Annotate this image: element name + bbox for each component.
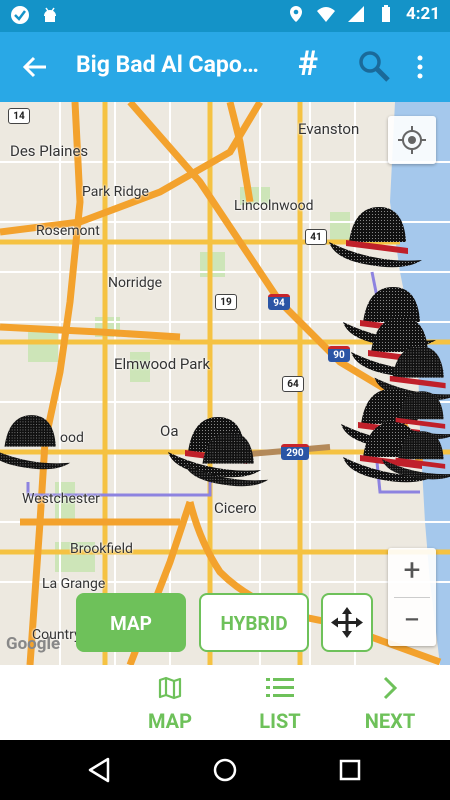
nav-list-button[interactable]: LIST [225,673,335,733]
battery-icon [381,5,390,22]
route-shield-290: 290 [281,444,309,460]
nav-next-label: NEXT [364,709,416,733]
map-type-hybrid-button[interactable]: HYBRID [199,593,309,652]
wifi-icon [316,7,335,22]
map-type-map-button[interactable]: MAP [76,593,186,652]
nav-map-label: MAP [147,709,192,733]
crosshair-icon [398,126,426,154]
recents-square-icon[interactable] [336,756,364,784]
route-shield-14: 14 [8,108,30,124]
map-label-elmwood-park: Elmwood Park [114,355,211,373]
app-bar: Big Bad Al Capo… # [0,32,450,102]
hat-marker-icon[interactable] [324,202,424,274]
route-shield-19: 19 [215,294,237,310]
zoom-out-button[interactable]: − [388,598,436,647]
page-title: Big Bad Al Capo… [76,51,259,78]
location-icon [289,6,302,22]
home-circle-icon[interactable] [211,756,239,784]
google-attribution: Google [6,634,61,654]
map-label-park-ridge: Park Ridge [82,184,149,200]
hat-marker-icon[interactable] [378,420,450,492]
map-label-cicero: Cicero [214,499,257,517]
status-time: 4:21 [405,4,440,24]
zoom-controls: + − [388,548,436,646]
move-button[interactable] [321,593,373,652]
map-label-westchester: Westchester [22,491,100,507]
signal-icon [347,6,364,22]
more-vert-icon[interactable] [410,52,430,82]
nav-next-button[interactable]: NEXT [335,673,445,733]
route-shield-94: 94 [268,294,290,310]
status-bar: 4:21 [0,0,450,32]
hat-marker-icon[interactable] [180,424,270,496]
bottom-nav: MAP LIST NEXT [0,665,450,740]
check-circle-icon [11,6,29,24]
arrow-back-icon[interactable] [18,50,52,84]
map-label-norridge: Norridge [108,275,163,291]
map-view[interactable]: Evanston Des Plaines Park Ridge Lincolnw… [0,102,450,665]
map-label-lincolnwood: Lincolnwood [234,198,314,214]
map-icon [158,676,182,700]
list-icon [266,678,294,697]
hat-marker-icon[interactable] [0,407,72,479]
map-label-rosemont: Rosemont [36,223,100,239]
back-triangle-icon[interactable] [86,756,114,784]
zoom-in-button[interactable]: + [388,548,436,597]
system-nav-bar [0,740,450,800]
map-label-la-grange: La Grange [42,576,106,592]
map-label-des-plaines: Des Plaines [10,142,89,160]
search-icon[interactable] [356,48,392,84]
map-label-brookfield: Brookfield [70,541,133,557]
nav-map-button[interactable]: MAP [115,673,225,733]
map-label-evanston: Evanston [298,120,360,138]
nav-list-label: LIST [259,709,301,733]
chevron-right-icon [383,676,398,700]
move-arrows-icon [331,607,363,638]
hashtag-button[interactable]: # [298,44,318,84]
route-shield-64: 64 [282,376,304,392]
my-location-button[interactable] [388,116,436,164]
android-icon [44,7,56,22]
